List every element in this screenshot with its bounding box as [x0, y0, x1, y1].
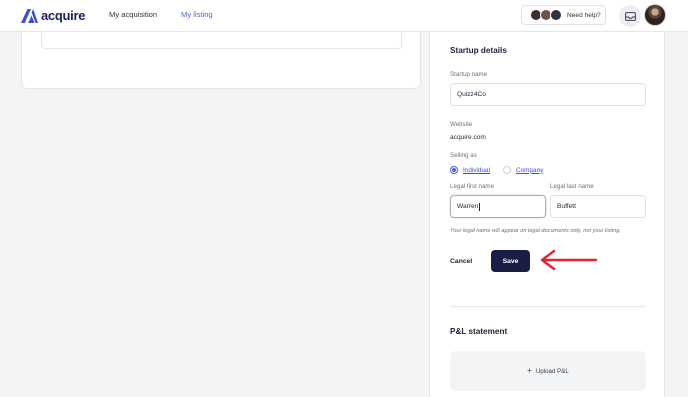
- acquire-logo[interactable]: acquire: [21, 8, 85, 24]
- cancel-button[interactable]: Cancel: [450, 258, 472, 265]
- legal-first-name-label: Legal first name: [450, 183, 495, 190]
- startup-details-title: Startup details: [450, 46, 507, 55]
- startup-name-value: Quizz4Co: [457, 91, 486, 98]
- radio-company[interactable]: Company: [503, 166, 543, 174]
- text-caret: [478, 202, 480, 211]
- website-label: Website: [450, 121, 473, 128]
- upload-pl-label: Upload P&L: [535, 367, 569, 375]
- selling-as-label: Selling as: [450, 152, 477, 159]
- inbox-button[interactable]: [619, 5, 641, 27]
- legal-last-name-input[interactable]: Buffett: [550, 195, 646, 218]
- website-value: acquire.com: [450, 134, 486, 141]
- inbox-icon: [624, 11, 636, 21]
- brand-name: acquire: [41, 8, 86, 23]
- support-avatars: [530, 9, 562, 21]
- startup-details-panel: Startup details Startup name Quizz4Co We…: [429, 32, 665, 397]
- need-help-button[interactable]: Need help?: [521, 5, 606, 25]
- acquire-logo-icon: [21, 9, 38, 23]
- radio-button[interactable]: [450, 166, 458, 174]
- legal-first-name-input[interactable]: Warren: [450, 195, 546, 218]
- listing-inner-box: [41, 32, 402, 49]
- save-button[interactable]: Save: [491, 250, 530, 272]
- plus-icon: +: [527, 366, 532, 375]
- nav-my-listing[interactable]: My listing: [181, 10, 213, 20]
- startup-name-label: Startup name: [450, 71, 488, 78]
- radio-company-label[interactable]: Company: [516, 167, 543, 174]
- legal-first-name-value: Warren: [457, 203, 479, 210]
- legal-last-name-value: Buffett: [557, 203, 576, 210]
- pl-statement-title: P&L statement: [450, 327, 508, 336]
- radio-button[interactable]: [503, 166, 511, 174]
- support-avatar: [550, 9, 562, 21]
- nav-my-acquisition[interactable]: My acquisition: [109, 10, 157, 20]
- top-navigation: acquire My acquisition My listing Need h…: [0, 0, 688, 32]
- legal-name-hint: Your legal name will appear on legal doc…: [450, 228, 621, 234]
- upload-pl-button[interactable]: + Upload P&L: [450, 351, 646, 391]
- need-help-label: Need help?: [567, 11, 601, 19]
- radio-individual-label[interactable]: Individual: [463, 167, 490, 174]
- annotation-arrow-icon: [540, 249, 598, 271]
- user-avatar[interactable]: [644, 4, 666, 26]
- startup-name-input[interactable]: Quizz4Co: [450, 83, 646, 106]
- listing-card: [21, 32, 421, 89]
- radio-individual[interactable]: Individual: [450, 166, 490, 174]
- legal-last-name-label: Legal last name: [550, 183, 594, 190]
- section-divider: [450, 306, 646, 307]
